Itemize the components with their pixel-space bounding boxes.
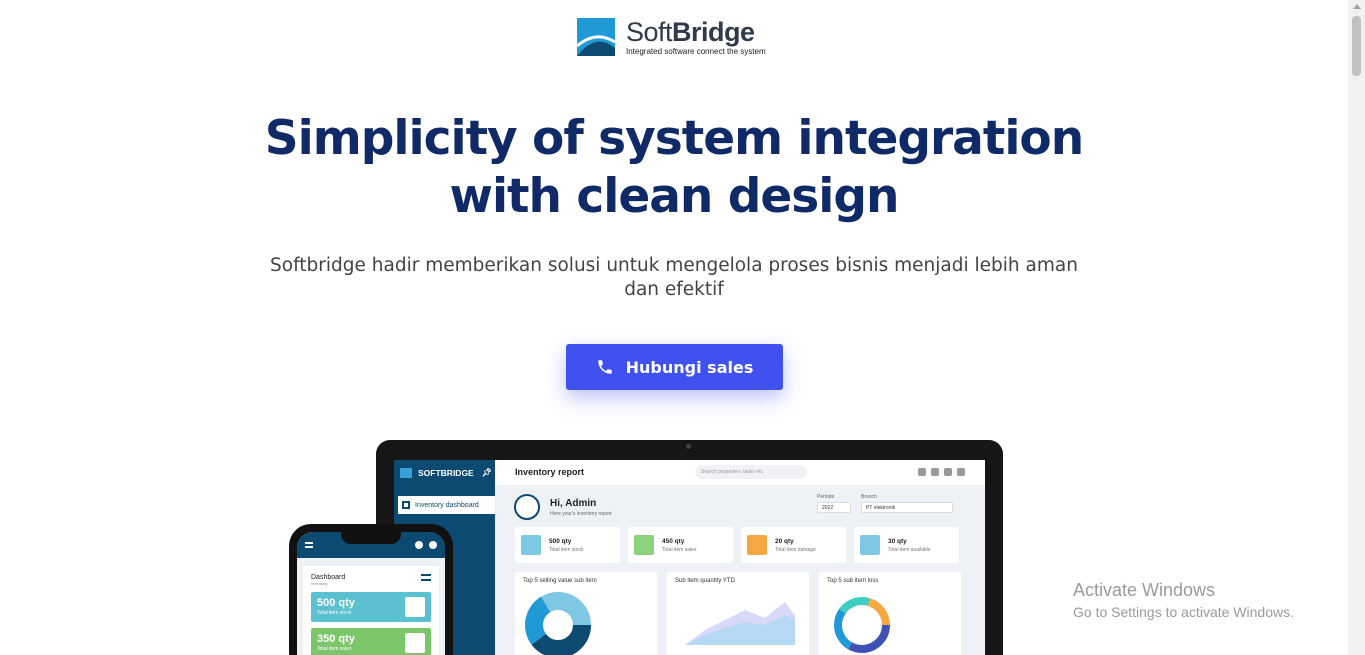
app-nav-item: Inventory dashboard	[398, 496, 495, 514]
kpi-card: 20 qty Total item damage	[741, 527, 846, 563]
phone-topbar	[297, 532, 445, 558]
watermark-subtitle: Go to Settings to activate Windows.	[1073, 604, 1294, 620]
branch-value: PT elektronik	[861, 502, 953, 513]
kpi-value: 450 qty	[662, 537, 685, 545]
periode-label: Periode	[817, 494, 835, 500]
kpi-row: 500 qty Total item stock 450 qty Total item…	[515, 527, 959, 563]
donut-chart-icon	[525, 592, 591, 655]
kpi-label: Total item stock	[549, 546, 584, 553]
kpi-label: Total item sales	[662, 546, 697, 553]
user-icon	[918, 468, 926, 476]
greeting-subtitle: Here your's inventory report	[550, 510, 612, 517]
app-greeting: Hi, Admin Here your's inventory report	[514, 494, 612, 520]
box-icon	[521, 535, 541, 555]
logo-name: SoftBridge	[626, 18, 766, 46]
hero-title-line1: Simplicity of system integration	[264, 111, 1084, 166]
chart-card-selling: Top 5 selling value sub item	[515, 572, 657, 655]
kpi-value: 500 qty	[549, 537, 572, 545]
box-icon	[634, 535, 654, 555]
laptop-camera	[686, 444, 691, 449]
kpi-value: 30 qty	[888, 537, 907, 545]
phone-top-icons	[415, 541, 437, 549]
kpi-card: 450 qty Total item sales	[628, 527, 733, 563]
pin-icon: 📌︎	[481, 468, 492, 477]
app-top-icons	[918, 468, 965, 476]
ring-chart-icon	[834, 597, 890, 653]
avatar	[514, 494, 540, 520]
contact-sales-button[interactable]: Hubungi sales	[566, 344, 783, 390]
app-filters: Periode 2022 Branch PT elektronik	[817, 494, 953, 513]
chart-card-quantity: Sub item quantity YTD	[667, 572, 809, 655]
chart-card-loss: Top 5 sub item loss	[819, 572, 961, 655]
app-brand: SOFTBRIDGE 📌︎	[394, 460, 495, 485]
logo-mark-icon	[577, 18, 615, 56]
branch-label: Branch	[861, 494, 877, 500]
app-nav-label: Inventory dashboard	[415, 501, 479, 509]
laptop-screen: SOFTBRIDGE 📌︎ Inventory dashboard Invent…	[394, 460, 985, 655]
phone-notch	[341, 532, 401, 544]
phone-dashboard-subtitle: Inventory	[311, 581, 328, 586]
branch-filter: Branch PT elektronik	[861, 494, 953, 513]
phone-cards: 500 qty Total item stock 350 qty Total item…	[311, 592, 431, 655]
settings-icon	[415, 541, 423, 549]
scrollbar-thumb[interactable]	[1352, 16, 1361, 76]
app-brand-name: SOFTBRIDGE	[418, 467, 474, 478]
page-scrollbar[interactable]	[1348, 0, 1365, 655]
logo-name-bold: Bridge	[672, 17, 755, 47]
box-icon	[405, 633, 425, 653]
logo-name-light: Soft	[626, 17, 673, 47]
windows-activation-watermark: Activate Windows Go to Settings to activ…	[1073, 580, 1294, 620]
phone-stat-card: 500 qty Total item stock	[311, 592, 431, 622]
phone-mockup: Dashboard Inventory 500 qty Total item st…	[289, 524, 453, 655]
logo-tagline: Integrated software connect the system	[626, 47, 766, 56]
kpi-card: 500 qty Total item stock	[515, 527, 620, 563]
watermark-title: Activate Windows	[1073, 580, 1216, 600]
contact-sales-label: Hubungi sales	[625, 357, 754, 377]
scroll-up-arrow-icon[interactable]	[1353, 4, 1361, 9]
menu-icon	[305, 542, 313, 548]
dashboard-icon	[402, 501, 410, 509]
logo-text: SoftBridge Integrated software connect t…	[626, 18, 766, 56]
box-icon	[747, 535, 767, 555]
kpi-label: Total item damage	[775, 546, 816, 553]
laptop-mockup: SOFTBRIDGE 📌︎ Inventory dashboard Invent…	[376, 440, 1003, 655]
phone-body: Dashboard Inventory 500 qty Total item st…	[303, 566, 439, 655]
hero-subtitle: Softbridge hadir memberikan solusi untuk…	[270, 255, 1078, 300]
box-icon	[860, 535, 880, 555]
phone-dashboard-title: Dashboard	[311, 574, 346, 581]
chart-card-title: Top 5 sub item loss	[827, 578, 879, 584]
grid-icon	[944, 468, 952, 476]
box-icon	[405, 597, 425, 617]
app-topbar: Inventory report Search properties, task…	[495, 460, 985, 485]
app-page-title: Inventory report	[515, 467, 585, 477]
phone-dashboard-header: Dashboard Inventory	[311, 574, 431, 586]
fullscreen-icon	[931, 468, 939, 476]
user-icon	[429, 541, 437, 549]
settings-icon	[957, 468, 965, 476]
chart-card-title: Top 5 selling value sub item	[523, 578, 597, 584]
app-search: Search properties, tasks etc	[695, 465, 807, 479]
phone-stat-card: 350 qty Total item sales	[311, 628, 431, 655]
greeting-title: Hi, Admin	[550, 497, 597, 509]
kpi-card: 30 qty Total item available	[854, 527, 959, 563]
page: SoftBridge Integrated software connect t…	[0, 0, 1365, 655]
chart-card-title: Sub item quantity YTD	[675, 578, 735, 584]
area-chart-icon	[685, 602, 795, 645]
hero-title-line2: with clean design	[449, 169, 900, 224]
hero-title: Simplicity of system integration with cl…	[200, 110, 1148, 226]
phone-screen: Dashboard Inventory 500 qty Total item st…	[297, 532, 445, 655]
app-logo-icon	[400, 467, 412, 478]
periode-filter: Periode 2022	[817, 494, 851, 513]
periode-value: 2022	[817, 502, 851, 513]
phone-icon	[597, 360, 612, 374]
softbridge-logo[interactable]: SoftBridge Integrated software connect t…	[577, 18, 766, 56]
kpi-label: Total item available	[888, 546, 931, 553]
chart-cards: Top 5 selling value sub item Sub item qu…	[515, 572, 961, 655]
hamburger-icon	[421, 574, 431, 581]
kpi-value: 20 qty	[775, 537, 794, 545]
